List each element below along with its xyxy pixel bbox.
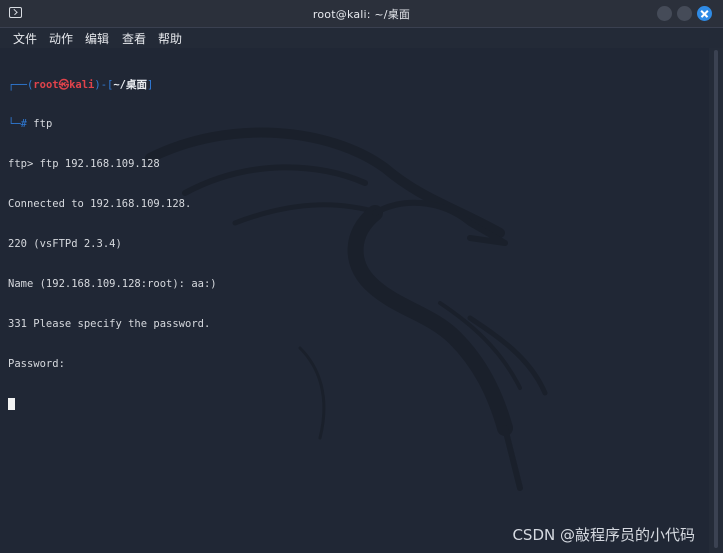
menu-bar: 文件 动作 编辑 查看 帮助 bbox=[0, 28, 723, 48]
prompt-line-top: ┌──(root㉿kali)-[~/桌面] bbox=[8, 79, 698, 92]
vertical-scrollbar[interactable] bbox=[709, 48, 723, 553]
prompt-user: root㉿kali bbox=[33, 78, 95, 91]
output-line: Password: bbox=[8, 357, 65, 370]
prompt-line-command: └─# ftp bbox=[8, 118, 698, 131]
title-bar[interactable]: root@kali: ~/桌面 bbox=[0, 0, 723, 28]
prompt-command: ftp bbox=[33, 118, 53, 131]
prompt-bracket-open: ┌──( bbox=[8, 78, 34, 91]
csdn-watermark: CSDN @敲程序员的小代码 bbox=[512, 526, 695, 544]
output-line: 331 Please specify the password. bbox=[8, 317, 211, 330]
output-line: ftp> ftp 192.168.109.128 bbox=[8, 158, 160, 171]
menu-file[interactable]: 文件 bbox=[13, 30, 37, 47]
text-cursor bbox=[8, 397, 15, 410]
prompt-path: ~/桌面 bbox=[113, 78, 147, 91]
terminal-output: ┌──(root㉿kali)-[~/桌面] └─# ftp ftp> ftp 1… bbox=[8, 52, 698, 438]
menu-action[interactable]: 动作 bbox=[49, 30, 73, 47]
menu-view[interactable]: 查看 bbox=[122, 30, 146, 47]
prompt-mid: )-[ bbox=[94, 78, 114, 91]
menu-edit[interactable]: 编辑 bbox=[85, 30, 109, 47]
terminal-window: root@kali: ~/桌面 文件 动作 编辑 查看 帮助 ┌──(root㉿… bbox=[0, 0, 723, 553]
output-line: 220 (vsFTPd 2.3.4) bbox=[8, 238, 122, 251]
window-title: root@kali: ~/桌面 bbox=[312, 8, 411, 21]
output-line: Connected to 192.168.109.128. bbox=[8, 198, 192, 211]
scrollbar-thumb[interactable] bbox=[714, 50, 718, 548]
maximize-icon[interactable] bbox=[677, 6, 692, 21]
terminal-area[interactable]: ┌──(root㉿kali)-[~/桌面] └─# ftp ftp> ftp 1… bbox=[0, 48, 709, 553]
prompt-bracket-close: ] bbox=[147, 78, 154, 91]
prompt-hash: └─# bbox=[8, 118, 34, 131]
close-icon[interactable] bbox=[697, 6, 712, 21]
menu-help[interactable]: 帮助 bbox=[158, 30, 182, 47]
cursor-line bbox=[8, 397, 698, 411]
output-line: Name (192.168.109.128:root): aa:) bbox=[8, 278, 217, 291]
minimize-icon[interactable] bbox=[657, 6, 672, 21]
